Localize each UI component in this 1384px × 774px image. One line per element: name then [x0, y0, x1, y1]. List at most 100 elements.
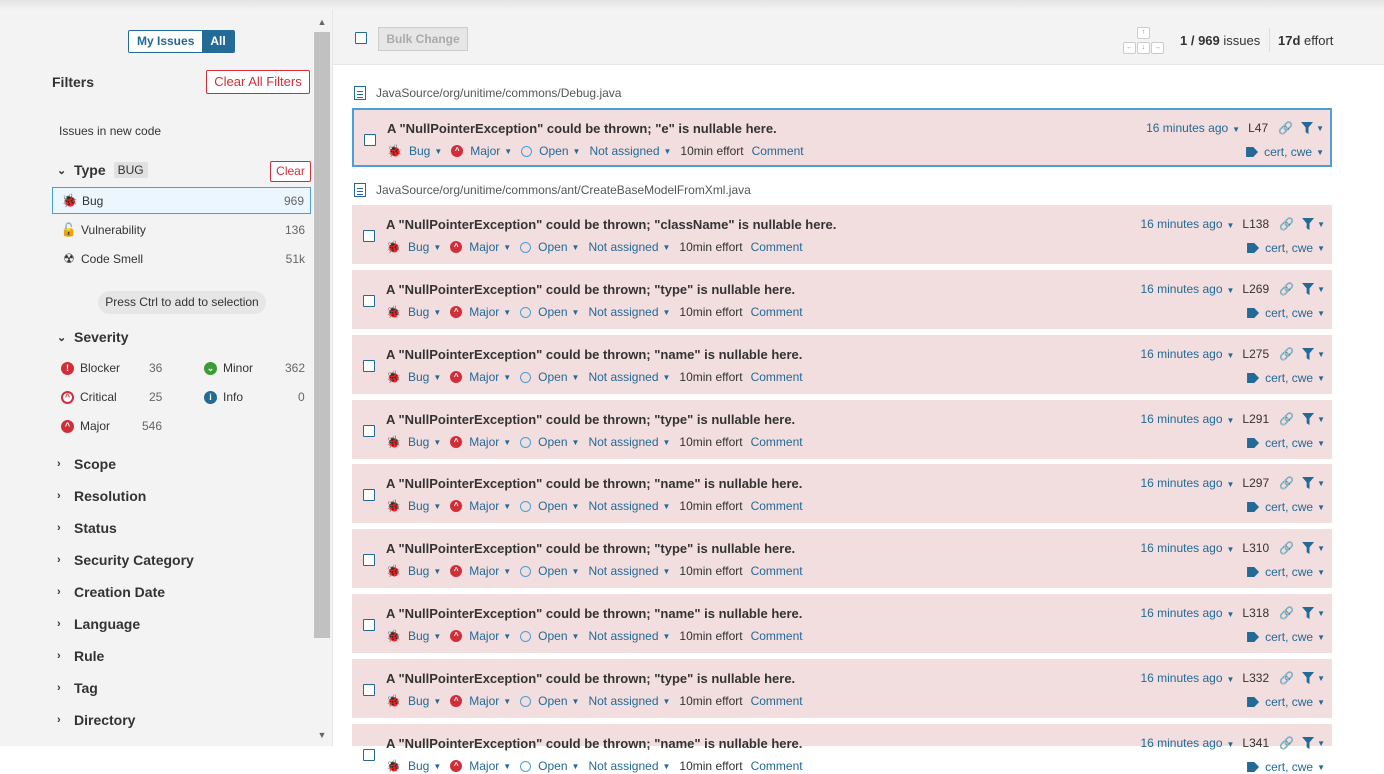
issue-message[interactable]: A "NullPointerException" could be thrown…: [387, 121, 777, 136]
issue-time-dropdown[interactable]: 16 minutes ago ▼: [1140, 412, 1234, 426]
issue-comment-link[interactable]: Comment: [751, 759, 803, 773]
type-facet-header[interactable]: ⌄ Type BUG: [57, 162, 148, 178]
issue-status-dropdown[interactable]: Open ▼: [520, 694, 579, 708]
issue-filter-dropdown[interactable]: ▼: [1294, 737, 1325, 749]
issue-checkbox[interactable]: [363, 360, 375, 372]
issue-tags-dropdown[interactable]: cert, cwe ▼: [1247, 695, 1325, 709]
permalink-icon[interactable]: 🔗: [1279, 476, 1294, 490]
scroll-down-icon[interactable]: ▼: [316, 730, 328, 740]
issue-severity-dropdown[interactable]: ^ Major ▼: [451, 144, 512, 158]
issue-checkbox[interactable]: [363, 554, 375, 566]
issue-status-dropdown[interactable]: Open ▼: [520, 629, 579, 643]
issue-checkbox[interactable]: [364, 134, 376, 146]
issue-comment-link[interactable]: Comment: [751, 564, 803, 578]
issue-tags-dropdown[interactable]: cert, cwe ▼: [1247, 760, 1325, 774]
issue-checkbox[interactable]: [363, 684, 375, 696]
severity-item-major[interactable]: ^ Major 546: [61, 417, 171, 435]
issue-checkbox[interactable]: [363, 425, 375, 437]
issue-comment-link[interactable]: Comment: [751, 629, 803, 643]
issue-tags-dropdown[interactable]: cert, cwe ▼: [1247, 241, 1325, 255]
issue-row[interactable]: A "NullPointerException" could be thrown…: [352, 724, 1332, 774]
issue-comment-link[interactable]: Comment: [751, 435, 803, 449]
issue-checkbox[interactable]: [363, 230, 375, 242]
clear-all-filters-button[interactable]: Clear All Filters: [206, 70, 310, 94]
issue-checkbox[interactable]: [363, 619, 375, 631]
permalink-icon[interactable]: 🔗: [1278, 121, 1293, 135]
issue-time-dropdown[interactable]: 16 minutes ago ▼: [1140, 541, 1234, 555]
permalink-icon[interactable]: 🔗: [1279, 282, 1294, 296]
issue-row[interactable]: A "NullPointerException" could be thrown…: [352, 270, 1332, 329]
issue-tags-dropdown[interactable]: cert, cwe ▼: [1247, 630, 1325, 644]
issue-filter-dropdown[interactable]: ▼: [1294, 218, 1325, 230]
issue-comment-link[interactable]: Comment: [751, 240, 803, 254]
issue-filter-dropdown[interactable]: ▼: [1294, 413, 1325, 425]
issue-severity-dropdown[interactable]: ^ Major ▼: [450, 305, 511, 319]
issue-message[interactable]: A "NullPointerException" could be thrown…: [386, 541, 795, 556]
issue-time-dropdown[interactable]: 16 minutes ago ▼: [1140, 282, 1234, 296]
issue-type-dropdown[interactable]: 🐞 Bug ▼: [386, 305, 441, 319]
issue-comment-link[interactable]: Comment: [751, 305, 803, 319]
issue-assignee-dropdown[interactable]: Not assigned ▼: [588, 435, 670, 449]
clear-type-button[interactable]: Clear: [270, 161, 311, 182]
type-item-vulnerability[interactable]: 🔓 Vulnerability 136: [52, 216, 311, 243]
permalink-icon[interactable]: 🔗: [1279, 412, 1294, 426]
issue-row[interactable]: A "NullPointerException" could be thrown…: [352, 659, 1332, 718]
issue-row[interactable]: A "NullPointerException" could be thrown…: [352, 335, 1332, 394]
permalink-icon[interactable]: 🔗: [1279, 541, 1294, 555]
issue-row[interactable]: A "NullPointerException" could be thrown…: [352, 529, 1332, 588]
issue-assignee-dropdown[interactable]: Not assigned ▼: [588, 564, 670, 578]
issue-row[interactable]: A "NullPointerException" could be thrown…: [352, 594, 1332, 653]
issue-severity-dropdown[interactable]: ^ Major ▼: [450, 240, 511, 254]
severity-item-minor[interactable]: ⌄ Minor 362: [204, 359, 306, 377]
sidebar-scrollbar-thumb[interactable]: [314, 32, 330, 638]
facet-rule[interactable]: › Rule: [57, 648, 104, 664]
severity-item-critical[interactable]: ^ Critical 25: [61, 388, 171, 406]
issue-status-dropdown[interactable]: Open ▼: [520, 435, 579, 449]
issue-severity-dropdown[interactable]: ^ Major ▼: [450, 629, 511, 643]
issue-time-dropdown[interactable]: 16 minutes ago ▼: [1140, 671, 1234, 685]
issue-status-dropdown[interactable]: Open ▼: [520, 305, 579, 319]
issue-severity-dropdown[interactable]: ^ Major ▼: [450, 564, 511, 578]
issue-type-dropdown[interactable]: 🐞 Bug ▼: [386, 694, 441, 708]
issue-tags-dropdown[interactable]: cert, cwe ▼: [1247, 565, 1325, 579]
issue-filter-dropdown[interactable]: ▼: [1293, 122, 1324, 134]
issue-status-dropdown[interactable]: Open ▼: [520, 370, 579, 384]
severity-item-blocker[interactable]: ! Blocker 36: [61, 359, 171, 377]
issue-row[interactable]: A "NullPointerException" could be thrown…: [352, 400, 1332, 459]
severity-facet-header[interactable]: ⌄ Severity: [57, 329, 128, 345]
my-issues-button[interactable]: My Issues: [129, 31, 203, 52]
issue-message[interactable]: A "NullPointerException" could be thrown…: [386, 736, 802, 751]
issue-time-dropdown[interactable]: 16 minutes ago ▼: [1140, 217, 1234, 231]
issue-message[interactable]: A "NullPointerException" could be thrown…: [386, 347, 802, 362]
all-issues-button[interactable]: All: [202, 31, 234, 52]
issue-checkbox[interactable]: [363, 295, 375, 307]
issue-comment-link[interactable]: Comment: [751, 694, 803, 708]
issue-type-dropdown[interactable]: 🐞 Bug ▼: [386, 564, 441, 578]
issue-type-dropdown[interactable]: 🐞 Bug ▼: [386, 435, 441, 449]
issue-type-dropdown[interactable]: 🐞 Bug ▼: [386, 240, 441, 254]
issue-type-dropdown[interactable]: 🐞 Bug ▼: [386, 759, 441, 773]
issue-filter-dropdown[interactable]: ▼: [1294, 477, 1325, 489]
permalink-icon[interactable]: 🔗: [1279, 606, 1294, 620]
facet-security-category[interactable]: › Security Category: [57, 552, 194, 568]
issue-tags-dropdown[interactable]: cert, cwe ▼: [1247, 371, 1325, 385]
issue-time-dropdown[interactable]: 16 minutes ago ▼: [1146, 121, 1240, 135]
issue-comment-link[interactable]: Comment: [751, 370, 803, 384]
issue-tags-dropdown[interactable]: cert, cwe ▼: [1247, 500, 1325, 514]
issue-status-dropdown[interactable]: Open ▼: [521, 144, 580, 158]
issue-filter-dropdown[interactable]: ▼: [1294, 607, 1325, 619]
issue-assignee-dropdown[interactable]: Not assigned ▼: [588, 629, 670, 643]
issue-severity-dropdown[interactable]: ^ Major ▼: [450, 435, 511, 449]
issue-filter-dropdown[interactable]: ▼: [1294, 283, 1325, 295]
issue-assignee-dropdown[interactable]: Not assigned ▼: [588, 694, 670, 708]
issue-status-dropdown[interactable]: Open ▼: [520, 240, 579, 254]
bulk-change-button[interactable]: Bulk Change: [378, 27, 468, 51]
issue-tags-dropdown[interactable]: cert, cwe ▼: [1247, 436, 1325, 450]
issue-status-dropdown[interactable]: Open ▼: [520, 564, 579, 578]
issue-filter-dropdown[interactable]: ▼: [1294, 348, 1325, 360]
issue-type-dropdown[interactable]: 🐞 Bug ▼: [386, 499, 441, 513]
facet-status[interactable]: › Status: [57, 520, 117, 536]
issue-type-dropdown[interactable]: 🐞 Bug ▼: [386, 370, 441, 384]
issue-assignee-dropdown[interactable]: Not assigned ▼: [588, 499, 670, 513]
permalink-icon[interactable]: 🔗: [1279, 736, 1294, 750]
